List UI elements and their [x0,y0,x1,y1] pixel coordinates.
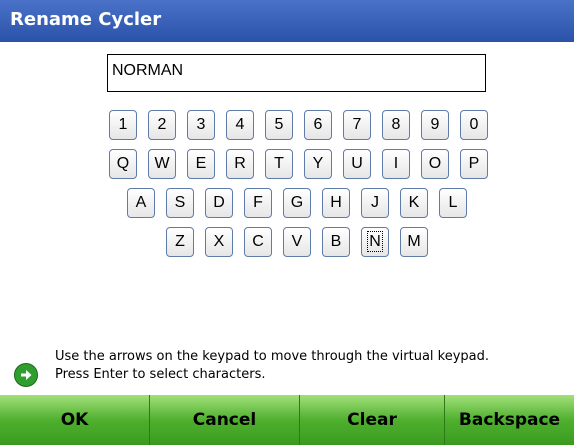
key-label: M [407,233,421,250]
hint-text-line2: Press Enter to select characters. [55,367,266,382]
key-label: 8 [391,116,401,133]
key-label: 1 [118,116,128,133]
key-j[interactable]: J [361,188,389,218]
key-i[interactable]: I [382,149,410,179]
key-label: J [371,194,379,211]
window-title: Rename Cycler [10,9,162,30]
title-bar: Rename Cycler [0,0,574,42]
key-label: X [213,233,225,250]
key-label: 9 [430,116,440,133]
key-label: W [154,155,170,172]
key-p[interactable]: P [460,149,488,179]
key-r[interactable]: R [226,149,254,179]
arrow-right-circle-icon [14,363,38,387]
key-h[interactable]: H [322,188,350,218]
keypad-row-asdf: ASDFGHJKL [0,188,574,218]
key-6[interactable]: 6 [304,110,332,140]
key-label: K [408,194,420,211]
key-label: 7 [352,116,362,133]
key-label: T [274,155,284,172]
backspace-button[interactable]: Backspace [445,395,574,445]
key-y[interactable]: Y [304,149,332,179]
key-label: I [393,155,399,172]
clear-button[interactable]: Clear [300,395,445,445]
key-g[interactable]: G [283,188,311,218]
key-n[interactable]: N [361,227,389,257]
key-7[interactable]: 7 [343,110,371,140]
key-w[interactable]: W [148,149,176,179]
keypad-row-qwerty: QWERTYUIOP [0,149,574,179]
key-2[interactable]: 2 [148,110,176,140]
key-a[interactable]: A [127,188,155,218]
key-label: Y [312,155,324,172]
key-label: C [252,233,264,250]
key-label: 3 [196,116,206,133]
key-o[interactable]: O [421,149,449,179]
key-label: U [351,155,363,172]
key-0[interactable]: 0 [460,110,488,140]
key-label: 5 [274,116,284,133]
key-d[interactable]: D [205,188,233,218]
key-1[interactable]: 1 [109,110,137,140]
key-label: F [253,194,263,211]
keypad-row-zxcv: ZXCVBNM [0,227,574,257]
key-label: A [135,194,147,211]
key-label: B [330,233,342,250]
softkey-bar: OK Cancel Clear Backspace [0,395,574,445]
keypad-row-digits: 1 2 3 4 5 6 7 8 9 0 [0,110,574,140]
key-3[interactable]: 3 [187,110,215,140]
key-label: S [174,194,186,211]
key-label: V [291,233,303,250]
key-t[interactable]: T [265,149,293,179]
key-label: G [290,194,304,211]
cancel-button[interactable]: Cancel [150,395,300,445]
key-label: Z [175,233,185,250]
key-b[interactable]: B [322,227,350,257]
key-label: 0 [469,116,479,133]
key-4[interactable]: 4 [226,110,254,140]
key-label: 6 [313,116,323,133]
key-label: R [234,155,246,172]
key-label: Q [116,155,130,172]
key-x[interactable]: X [205,227,233,257]
key-label: D [213,194,225,211]
key-label: O [428,155,442,172]
key-q[interactable]: Q [109,149,137,179]
key-label: 2 [157,116,167,133]
key-l[interactable]: L [439,188,467,218]
key-label: N [367,231,383,252]
key-9[interactable]: 9 [421,110,449,140]
key-k[interactable]: K [400,188,428,218]
key-label: L [448,194,458,211]
key-5[interactable]: 5 [265,110,293,140]
key-8[interactable]: 8 [382,110,410,140]
key-f[interactable]: F [244,188,272,218]
key-s[interactable]: S [166,188,194,218]
key-c[interactable]: C [244,227,272,257]
key-v[interactable]: V [283,227,311,257]
key-label: H [330,194,342,211]
name-input[interactable]: NORMAN [107,54,486,92]
key-label: E [195,155,207,172]
ok-button[interactable]: OK [0,395,150,445]
key-z[interactable]: Z [166,227,194,257]
hint-text-line1: Use the arrows on the keypad to move thr… [55,349,490,364]
key-u[interactable]: U [343,149,371,179]
key-label: 4 [235,116,245,133]
key-m[interactable]: M [400,227,428,257]
key-e[interactable]: E [187,149,215,179]
key-label: P [468,155,480,172]
